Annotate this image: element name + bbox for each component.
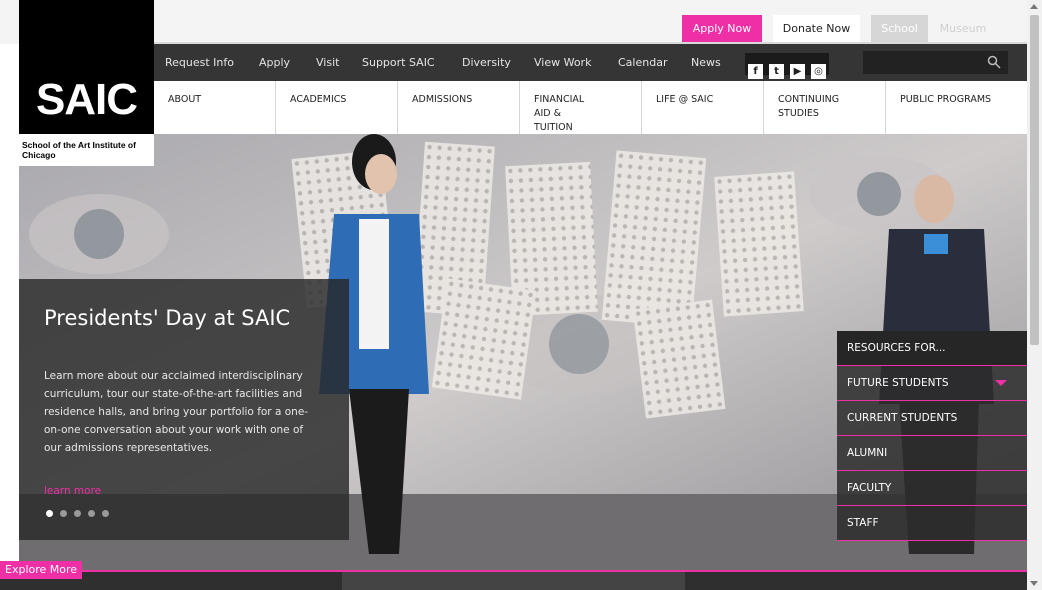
scroll-up-icon[interactable] xyxy=(1030,4,1038,9)
slide-body: Learn more about our acclaimed interdisc… xyxy=(44,370,309,454)
slide-dot-4[interactable] xyxy=(88,510,95,517)
logo-wordmark: SAIC xyxy=(35,75,138,124)
caret-down-icon xyxy=(995,380,1007,386)
util-link-request-info[interactable]: Request Info xyxy=(165,44,234,81)
apply-now-button[interactable]: Apply Now xyxy=(682,15,762,42)
youtube-icon[interactable]: ▶ xyxy=(790,64,805,79)
slide-dot-1[interactable] xyxy=(46,510,53,517)
scrollbar[interactable] xyxy=(1027,0,1042,590)
explore-more-button[interactable]: Explore More xyxy=(0,561,83,579)
resource-current-students[interactable]: CURRENT STUDENTS xyxy=(837,401,1027,436)
util-link-news[interactable]: News xyxy=(691,44,721,81)
donate-now-button[interactable]: Donate Now xyxy=(773,15,860,42)
social-links: f t ▶ ◎ xyxy=(745,53,829,79)
resource-alumni[interactable]: ALUMNI xyxy=(837,436,1027,471)
slide-dot-2[interactable] xyxy=(60,510,67,517)
nav-about[interactable]: ABOUT xyxy=(154,81,276,134)
facebook-icon[interactable]: f xyxy=(748,64,763,79)
search-input[interactable] xyxy=(863,51,1008,74)
search-icon[interactable] xyxy=(987,55,1001,69)
nav-life[interactable]: LIFE @ SAIC xyxy=(642,81,764,134)
resources-heading: RESOURCES FOR... xyxy=(837,331,1027,366)
nav-continuing-studies[interactable]: CONTINUING STUDIES xyxy=(764,81,886,134)
resource-staff[interactable]: STAFF xyxy=(837,506,1027,541)
resource-faculty[interactable]: FACULTY xyxy=(837,471,1027,506)
util-link-view-work[interactable]: View Work xyxy=(534,44,591,81)
slide-caption: Presidents' Day at SAIC Learn more about… xyxy=(19,279,349,540)
nav-academics[interactable]: ACADEMICS xyxy=(276,81,398,134)
slide-title: Presidents' Day at SAIC xyxy=(44,306,291,330)
scroll-thumb[interactable] xyxy=(1030,15,1039,345)
learn-more-link[interactable]: learn more xyxy=(44,485,101,497)
utility-nav: Request Info Apply Visit Support SAIC Di… xyxy=(154,44,1027,81)
scroll-down-icon[interactable] xyxy=(1030,581,1038,586)
saic-logo[interactable]: SAIC School of the Art Institute of Chic… xyxy=(19,0,154,166)
nav-public-programs[interactable]: PUBLIC PROGRAMS xyxy=(886,81,1009,134)
util-link-calendar[interactable]: Calendar xyxy=(618,44,667,81)
twitter-icon[interactable]: t xyxy=(769,64,784,79)
bottom-panel xyxy=(342,572,685,590)
util-link-apply[interactable]: Apply xyxy=(259,44,290,81)
util-link-diversity[interactable]: Diversity xyxy=(462,44,511,81)
resource-future-students[interactable]: FUTURE STUDENTS xyxy=(837,366,1027,401)
resource-label: FUTURE STUDENTS xyxy=(847,377,949,389)
instagram-icon[interactable]: ◎ xyxy=(811,64,826,79)
museum-tab[interactable]: Museum xyxy=(930,15,996,42)
util-link-support[interactable]: Support SAIC xyxy=(362,44,435,81)
util-link-visit[interactable]: Visit xyxy=(316,44,339,81)
explore-divider xyxy=(0,570,1027,572)
resources-menu: RESOURCES FOR... FUTURE STUDENTS CURRENT… xyxy=(837,331,1027,541)
logo-subtitle: School of the Art Institute of Chicago xyxy=(22,140,136,160)
nav-admissions[interactable]: ADMISSIONS xyxy=(398,81,520,134)
slide-dot-3[interactable] xyxy=(74,510,81,517)
nav-financial-aid[interactable]: FINANCIAL AID & TUITION xyxy=(520,81,642,134)
slide-dot-5[interactable] xyxy=(102,510,109,517)
main-nav: ABOUT ACADEMICS ADMISSIONS FINANCIAL AID… xyxy=(154,81,1009,134)
school-tab[interactable]: School xyxy=(871,15,928,42)
